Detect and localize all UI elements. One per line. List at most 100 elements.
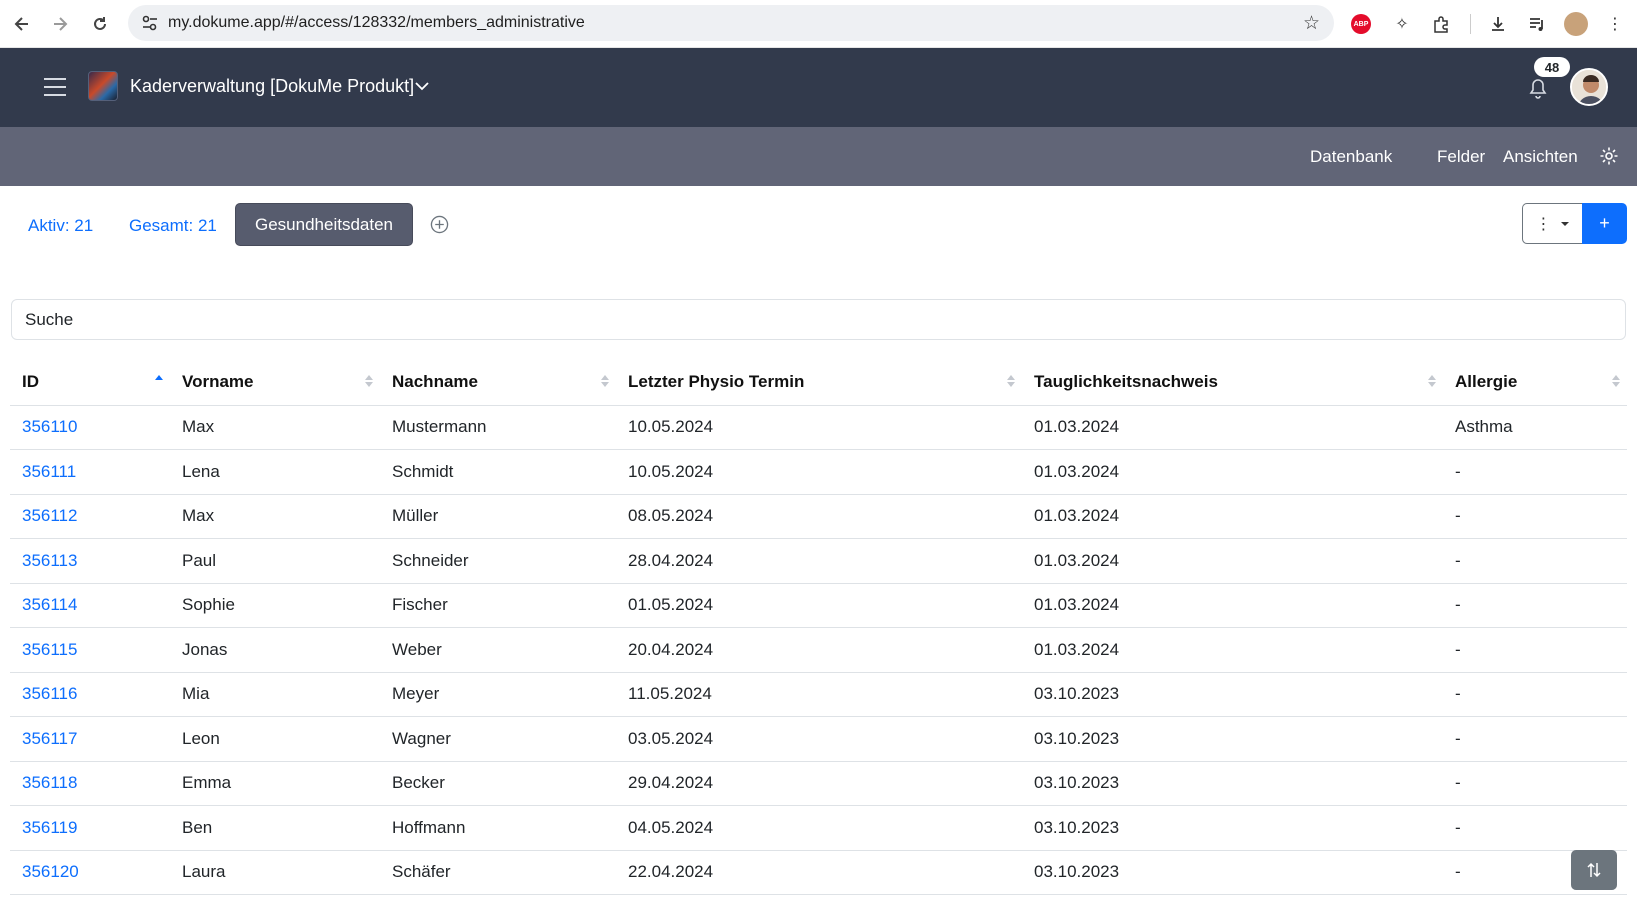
download-icon[interactable] xyxy=(1486,12,1510,36)
table-row[interactable]: 356118 Emma Becker 29.04.2024 03.10.2023- xyxy=(10,761,1627,806)
table-row[interactable]: 356114 Sophie Fischer 01.05.2024 01.03.2024- xyxy=(10,583,1627,628)
sort-icon[interactable] xyxy=(364,373,374,389)
gear-icon[interactable] xyxy=(1599,146,1619,166)
nachname-cell: Mustermann xyxy=(380,405,616,450)
physio-cell: 10.05.2024 xyxy=(616,405,1022,450)
tauglichkeit-cell: 01.03.2024 xyxy=(1022,494,1443,539)
app-title[interactable]: Kaderverwaltung [DokuMe Produkt] xyxy=(130,76,414,97)
table-row[interactable]: 356116 Mia Meyer 11.05.2024 03.10.2023- xyxy=(10,672,1627,717)
sort-ascending-icon[interactable] xyxy=(154,373,164,389)
physio-cell: 04.05.2024 xyxy=(616,805,1022,851)
address-bar[interactable]: my.dokume.app/#/access/128332/members_ad… xyxy=(128,5,1334,41)
allergie-cell: - xyxy=(1443,538,1627,584)
bookmark-star-icon[interactable]: ☆ xyxy=(1303,12,1320,35)
extension-icon[interactable]: ✧ xyxy=(1390,12,1414,36)
url-text[interactable]: my.dokume.app/#/access/128332/members_ad… xyxy=(168,14,585,32)
tauglichkeit-cell: 03.10.2023 xyxy=(1022,850,1443,895)
hamburger-menu-icon[interactable] xyxy=(44,78,66,96)
allergie-cell: - xyxy=(1443,761,1627,806)
add-record-button[interactable]: + xyxy=(1582,203,1627,244)
physio-cell: 01.05.2024 xyxy=(616,583,1022,628)
physio-cell: 11.05.2024 xyxy=(616,672,1022,717)
chrome-menu-icon[interactable]: ⋮ xyxy=(1603,12,1627,36)
vorname-cell: Ben xyxy=(170,805,380,851)
extensions-puzzle-icon[interactable] xyxy=(1429,12,1453,36)
kebab-icon: ⋮ xyxy=(1535,215,1552,233)
id-link[interactable]: 356114 xyxy=(10,583,170,628)
column-header-nachname[interactable]: Nachname xyxy=(380,359,616,406)
id-link[interactable]: 356116 xyxy=(10,672,170,717)
adblock-extension-icon[interactable]: ABP xyxy=(1351,14,1371,34)
search-input[interactable] xyxy=(11,299,1626,340)
nav-link-datenbank[interactable]: Datenbank xyxy=(1310,147,1392,167)
tauglichkeit-cell: 03.10.2023 xyxy=(1022,805,1443,851)
column-header-tauglichkeit[interactable]: Tauglichkeitsnachweis xyxy=(1022,359,1443,406)
user-avatar[interactable] xyxy=(1570,68,1608,106)
column-header-physio[interactable]: Letzter Physio Termin xyxy=(616,359,1022,406)
table-row[interactable]: 356119 Ben Hoffmann 04.05.2024 03.10.2023- xyxy=(10,805,1627,851)
vorname-cell: Paul xyxy=(170,538,380,584)
more-options-button[interactable]: ⋮ xyxy=(1522,203,1582,244)
table-row[interactable]: 356117 Leon Wagner 03.05.2024 03.10.2023- xyxy=(10,716,1627,762)
reload-icon[interactable] xyxy=(86,10,114,38)
tauglichkeit-cell: 03.10.2023 xyxy=(1022,716,1443,762)
media-control-icon[interactable] xyxy=(1525,12,1549,36)
id-link[interactable]: 356112 xyxy=(10,494,170,539)
id-link[interactable]: 356118 xyxy=(10,761,170,806)
nachname-cell: Müller xyxy=(380,494,616,539)
id-link[interactable]: 356120 xyxy=(10,850,170,895)
site-settings-icon[interactable] xyxy=(140,13,160,33)
allergie-cell: - xyxy=(1443,583,1627,628)
nav-link-felder[interactable]: Felder xyxy=(1437,147,1485,167)
id-link[interactable]: 356115 xyxy=(10,627,170,673)
total-count-link[interactable]: Gesamt: 21 xyxy=(129,216,217,236)
vorname-cell: Emma xyxy=(170,761,380,806)
add-view-icon[interactable] xyxy=(430,215,449,234)
tauglichkeit-cell: 01.03.2024 xyxy=(1022,449,1443,495)
table-row[interactable]: 356111 Lena Schmidt 10.05.2024 01.03.2024- xyxy=(10,449,1627,495)
table-header-row: ID Vorname Nachname Letzter Physio Termi… xyxy=(10,359,1627,406)
column-header-vorname[interactable]: Vorname xyxy=(170,359,380,406)
id-link[interactable]: 356113 xyxy=(10,538,170,584)
chevron-down-icon[interactable] xyxy=(414,78,430,94)
vorname-cell: Laura xyxy=(170,850,380,895)
vorname-cell: Leon xyxy=(170,716,380,762)
nachname-cell: Weber xyxy=(380,627,616,673)
allergie-cell: - xyxy=(1443,627,1627,673)
app-header: Kaderverwaltung [DokuMe Produkt] 48 xyxy=(0,48,1637,127)
nachname-cell: Wagner xyxy=(380,716,616,762)
id-link[interactable]: 356110 xyxy=(10,405,170,450)
sort-icon[interactable] xyxy=(1006,373,1016,389)
notification-bell-icon[interactable] xyxy=(1528,78,1548,100)
nav-link-ansichten[interactable]: Ansichten xyxy=(1503,147,1578,167)
column-header-id[interactable]: ID xyxy=(10,359,170,406)
back-arrow-icon[interactable] xyxy=(8,10,36,38)
column-header-allergie[interactable]: Allergie xyxy=(1443,359,1627,406)
view-tab-gesundheitsdaten[interactable]: Gesundheitsdaten xyxy=(235,203,413,246)
table-row[interactable]: 356120 Laura Schäfer 22.04.2024 03.10.2023- xyxy=(10,850,1627,895)
chrome-profile-avatar[interactable] xyxy=(1564,12,1588,36)
forward-arrow-icon[interactable] xyxy=(46,10,74,38)
notification-count-badge[interactable]: 48 xyxy=(1534,57,1570,77)
sort-icon[interactable] xyxy=(1611,373,1621,389)
active-count-link[interactable]: Aktiv: 21 xyxy=(28,216,93,236)
table-row[interactable]: 356113 Paul Schneider 28.04.2024 01.03.2024- xyxy=(10,538,1627,584)
sort-arrows-icon xyxy=(1587,862,1601,878)
table-row[interactable]: 356115 Jonas Weber 20.04.2024 01.03.2024- xyxy=(10,627,1627,673)
vorname-cell: Mia xyxy=(170,672,380,717)
id-link[interactable]: 356119 xyxy=(10,805,170,851)
sort-icon[interactable] xyxy=(600,373,610,389)
nachname-cell: Meyer xyxy=(380,672,616,717)
physio-cell: 29.04.2024 xyxy=(616,761,1022,806)
id-link[interactable]: 356111 xyxy=(10,449,170,495)
allergie-cell: Asthma xyxy=(1443,405,1627,450)
browser-toolbar: my.dokume.app/#/access/128332/members_ad… xyxy=(0,0,1637,48)
nachname-cell: Hoffmann xyxy=(380,805,616,851)
physio-cell: 08.05.2024 xyxy=(616,494,1022,539)
id-link[interactable]: 356117 xyxy=(10,716,170,762)
sort-icon[interactable] xyxy=(1427,373,1437,389)
table-row[interactable]: 356112 Max Müller 08.05.2024 01.03.2024- xyxy=(10,494,1627,539)
scroll-toggle-button[interactable] xyxy=(1571,850,1617,890)
toolbar-divider xyxy=(1470,14,1471,34)
table-row[interactable]: 356110 Max Mustermann 10.05.2024 01.03.2024 A… xyxy=(10,405,1627,450)
